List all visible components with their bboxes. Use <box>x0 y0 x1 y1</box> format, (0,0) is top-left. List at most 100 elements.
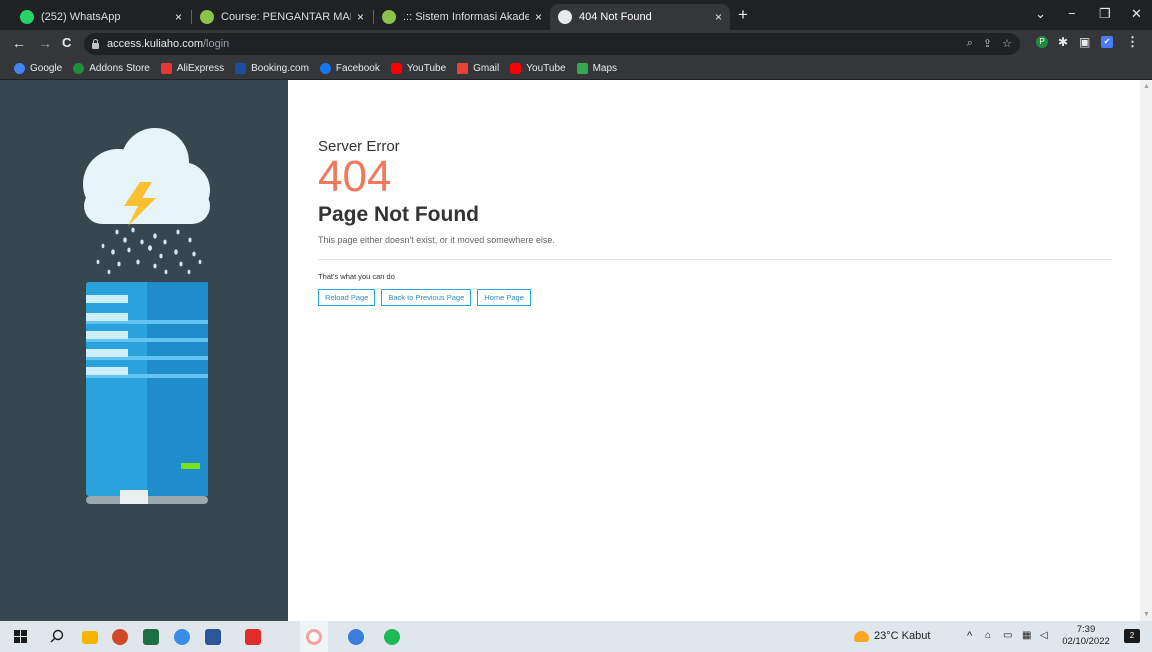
reload-button[interactable]: C <box>62 35 71 50</box>
maps-icon <box>576 63 588 74</box>
tab-title: (252) WhatsApp <box>41 11 121 23</box>
spotify-icon[interactable] <box>384 629 400 645</box>
reload-page-button[interactable]: Reload Page <box>318 289 376 306</box>
aliexpress-icon <box>160 63 172 74</box>
active-app-highlight <box>300 621 328 652</box>
tab-title: Course: PENGANTAR MANAJEMEN <box>221 11 351 23</box>
url-host: access.kuliaho.com <box>107 38 203 50</box>
scroll-down-icon[interactable]: ▼ <box>1143 611 1150 618</box>
maximize-button[interactable]: ❐ <box>1099 6 1111 22</box>
weather-readout[interactable]: 23°C Kabut <box>874 630 930 642</box>
tab-course[interactable]: Course: PENGANTAR MANAJEMEN × <box>192 4 372 30</box>
bookmark-aliexpress[interactable]: AliExpress <box>160 63 224 74</box>
browser-menu-icon[interactable]: ⋮ <box>1126 35 1139 48</box>
facebook-icon <box>319 63 331 74</box>
illustration-panel <box>0 80 288 621</box>
system-clock[interactable]: 7:39 02/10/2022 <box>1062 624 1110 648</box>
clock-date: 02/10/2022 <box>1062 636 1110 647</box>
bookmark-addons-store[interactable]: Addons Store <box>73 63 150 74</box>
gmail-icon <box>457 63 469 74</box>
google-icon <box>14 63 25 74</box>
bookmark-maps[interactable]: Maps <box>576 63 617 74</box>
extensions-puzzle-icon[interactable]: ✱ <box>1058 36 1070 48</box>
error-content: Server Error 404 Page Not Found This pag… <box>318 138 1112 306</box>
weather-icon[interactable] <box>854 631 869 642</box>
bookmark-facebook[interactable]: Facebook <box>319 63 380 74</box>
tab-close-icon[interactable]: × <box>357 10 364 24</box>
bookmark-youtube-2[interactable]: YouTube <box>510 63 566 74</box>
edge-browser-icon[interactable] <box>174 629 190 645</box>
bookmark-booking[interactable]: Booking.com <box>235 63 309 74</box>
tab-whatsapp[interactable]: (252) WhatsApp × <box>12 4 190 30</box>
moodle-icon <box>200 10 214 24</box>
minimize-button[interactable]: − <box>1068 6 1076 21</box>
shield-extension-icon[interactable]: ✔ <box>1101 36 1113 48</box>
tab-strip: (252) WhatsApp × Course: PENGANTAR MANAJ… <box>0 0 1152 30</box>
lock-icon[interactable] <box>92 38 99 49</box>
actions-label: That's what you can do <box>318 272 395 281</box>
profile-extension-icon[interactable]: P <box>1036 36 1048 48</box>
new-tab-button[interactable]: + <box>738 6 748 23</box>
tab-sistem-informasi[interactable]: .:: Sistem Informasi Akademik Uni × <box>374 4 550 30</box>
forward-button[interactable]: → <box>38 35 52 51</box>
network-icon[interactable]: ▦ <box>1022 630 1031 641</box>
tab-title: 404 Not Found <box>579 11 652 23</box>
bookmark-gmail[interactable]: Gmail <box>457 63 499 74</box>
whatsapp-icon <box>20 10 34 24</box>
tab-404-not-found[interactable]: 404 Not Found × <box>550 4 730 30</box>
close-window-button[interactable]: ✕ <box>1131 6 1142 22</box>
zoom-icon[interactable]: ⌕ <box>967 37 973 50</box>
back-button[interactable]: ← <box>12 35 26 51</box>
youtube-icon <box>510 63 522 74</box>
clock-time: 7:39 <box>1076 624 1096 635</box>
tray-overflow-chevron-icon[interactable]: ^ <box>967 630 972 642</box>
divider <box>318 259 1112 260</box>
rain-drops-icon <box>96 227 202 275</box>
power-icon[interactable]: ⌂ <box>985 630 991 641</box>
home-page-button[interactable]: Home Page <box>477 289 531 306</box>
back-to-previous-page-button[interactable]: Back to Previous Page <box>381 289 472 306</box>
page-scrollbar[interactable]: ▲ ▼ <box>1140 80 1152 621</box>
notifications-icon[interactable]: 2 <box>1124 629 1140 643</box>
bookmarks-bar: Google Addons Store AliExpress Booking.c… <box>0 58 1152 80</box>
error-description: This page either doesn't exist, or it mo… <box>318 235 555 245</box>
globe-icon <box>558 10 572 24</box>
word-icon[interactable] <box>205 629 221 645</box>
page-title: Page Not Found <box>318 203 479 226</box>
volume-icon[interactable]: ◁ <box>1040 630 1048 641</box>
tab-close-icon[interactable]: × <box>535 10 542 24</box>
acrobat-reader-icon[interactable] <box>245 629 261 645</box>
side-panel-icon[interactable]: ▣ <box>1079 36 1091 48</box>
server-rain-illustration <box>83 128 210 504</box>
booking-icon <box>235 63 247 74</box>
bookmark-google[interactable]: Google <box>14 63 62 74</box>
addons-store-icon <box>73 63 85 74</box>
excel-icon[interactable] <box>143 629 159 645</box>
tab-search-icon[interactable]: ⌄ <box>1035 6 1046 22</box>
battery-icon[interactable]: ▭ <box>1003 630 1012 641</box>
server-tower-icon <box>86 282 208 504</box>
browser-toolbar: ← → C access.kuliaho.com/login ⌕ ⇪ ☆ <box>0 30 1152 58</box>
cloud-icon <box>83 128 210 224</box>
file-explorer-icon[interactable] <box>82 631 98 644</box>
tab-close-icon[interactable]: × <box>715 10 722 24</box>
action-buttons: Reload Page Back to Previous Page Home P… <box>318 289 1112 306</box>
university-icon <box>382 10 396 24</box>
youtube-icon <box>390 63 402 74</box>
server-error-heading: Server Error <box>318 138 400 155</box>
bookmark-star-icon[interactable]: ☆ <box>1002 37 1012 50</box>
windows-taskbar: 23°C Kabut ^ ⌂ ▭ ▦ ◁ 7:39 02/10/2022 2 <box>0 621 1152 652</box>
omnibox-actions: ⌕ ⇪ ☆ <box>967 37 1012 50</box>
powerpoint-icon[interactable] <box>112 629 128 645</box>
tab-close-icon[interactable]: × <box>175 10 182 24</box>
bookmark-youtube[interactable]: YouTube <box>390 63 446 74</box>
page-viewport: Server Error 404 Page Not Found This pag… <box>0 80 1152 621</box>
scroll-up-icon[interactable]: ▲ <box>1143 83 1150 90</box>
windows-start-icon[interactable] <box>14 630 27 643</box>
tab-title: .:: Sistem Informasi Akademik Uni <box>403 11 529 23</box>
url-path: /login <box>203 38 230 50</box>
search-icon[interactable] <box>50 629 64 643</box>
steam-icon[interactable] <box>348 629 364 645</box>
address-bar[interactable]: access.kuliaho.com/login ⌕ ⇪ ☆ <box>84 33 1020 55</box>
share-icon[interactable]: ⇪ <box>983 37 992 50</box>
